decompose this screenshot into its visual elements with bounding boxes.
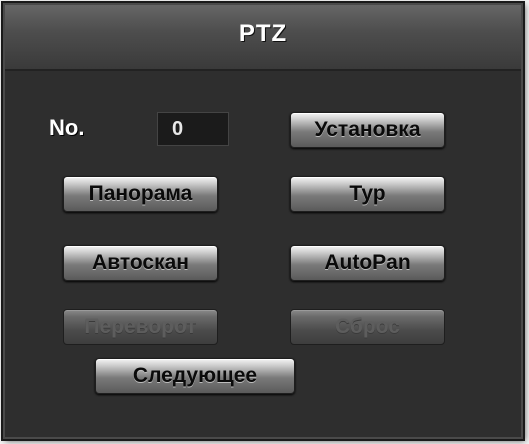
reset-button[interactable]: Сброс bbox=[290, 309, 445, 345]
next-button[interactable]: Следующее bbox=[95, 358, 295, 394]
dialog-titlebar: PTZ bbox=[5, 5, 521, 71]
flip-button[interactable]: Переворот bbox=[63, 309, 218, 345]
tour-button[interactable]: Тур bbox=[290, 176, 445, 212]
autopan-button[interactable]: AutoPan bbox=[290, 245, 445, 281]
dialog-title: PTZ bbox=[238, 20, 288, 47]
dialog-content: No. 0 Установка Панорама Тур Автоскан Au… bbox=[5, 71, 521, 437]
setup-button[interactable]: Установка bbox=[290, 112, 445, 148]
panorama-button[interactable]: Панорама bbox=[63, 176, 218, 212]
autoscan-button[interactable]: Автоскан bbox=[63, 245, 218, 281]
ptz-dialog: PTZ No. 0 Установка Панорама Тур Автоска… bbox=[3, 3, 523, 439]
no-label: No. bbox=[49, 115, 85, 140]
channel-number-field[interactable]: 0 bbox=[157, 112, 229, 146]
